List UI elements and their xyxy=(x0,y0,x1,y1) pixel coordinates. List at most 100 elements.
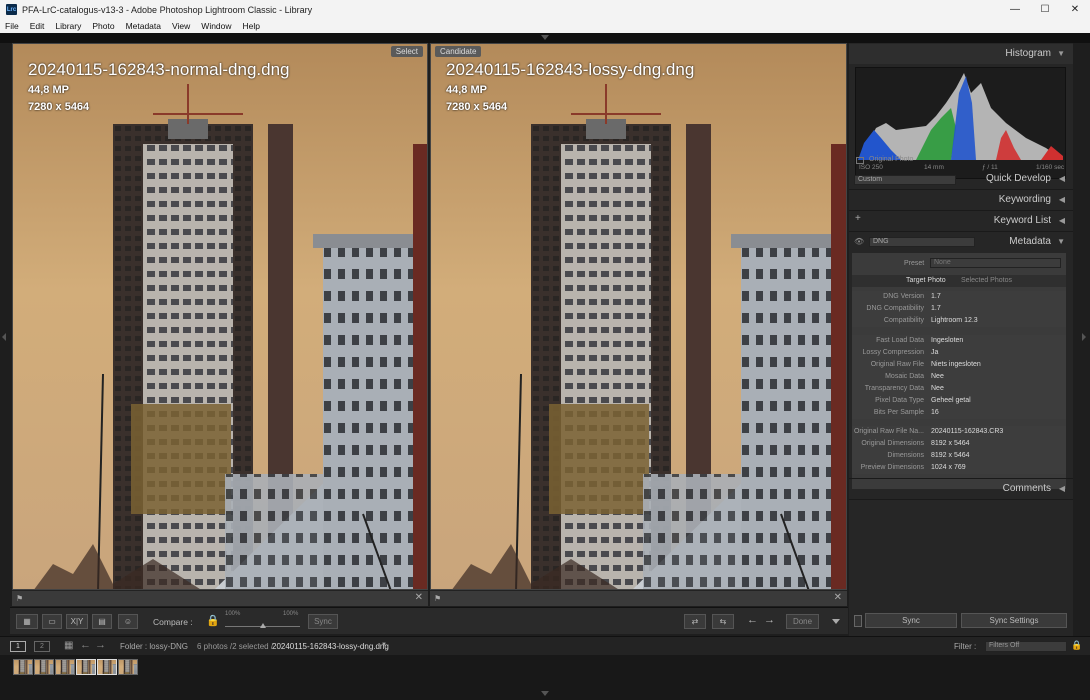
menu-photo[interactable]: Photo xyxy=(92,21,114,31)
make-select-icon[interactable]: ⇆ xyxy=(712,614,734,629)
lock-icon[interactable]: 🔒 xyxy=(206,614,220,627)
comments-header[interactable]: Comments ◀ xyxy=(849,478,1073,498)
metadata-row: Lossy Compression Ja xyxy=(852,347,1066,359)
expand-triangle-icon[interactable]: ◀ xyxy=(1059,479,1065,499)
chevron-right-icon[interactable] xyxy=(1082,333,1086,341)
metadata-value: 16 xyxy=(931,409,939,416)
metadata-value: Niets ingesloten xyxy=(931,361,981,368)
filter-select[interactable]: Filters Off xyxy=(985,641,1067,652)
left-panel-collapsed[interactable] xyxy=(0,43,9,636)
auto-sync-toggle[interactable] xyxy=(854,615,862,627)
forward-arrow-icon[interactable]: → xyxy=(95,639,106,651)
original-photo-icon[interactable] xyxy=(856,157,864,164)
compare-pane-select[interactable]: Select 20240115-162843-normal-dng.dng 44… xyxy=(12,43,428,590)
metadata-value: 1.7 xyxy=(931,305,941,312)
people-view-icon[interactable]: ☺ xyxy=(118,614,138,629)
menu-library[interactable]: Library xyxy=(55,21,81,31)
close-window-button[interactable]: ✕ xyxy=(1060,0,1090,19)
done-button[interactable]: Done xyxy=(786,614,819,629)
collapse-triangle-icon[interactable]: ▼ xyxy=(1057,44,1065,64)
toolbar-options-chevron-icon[interactable] xyxy=(832,619,840,624)
metadata-key: DNG Version xyxy=(883,293,924,300)
secondary-window-button[interactable]: 2 xyxy=(34,641,50,652)
keywording-header[interactable]: Keywording ◀ xyxy=(849,189,1073,209)
metadata-key: Mosaic Data xyxy=(885,373,924,380)
main-window-button[interactable]: 1 xyxy=(10,641,26,652)
filename-dropdown-icon[interactable]: ▼ xyxy=(381,642,387,648)
back-arrow-icon[interactable]: ← xyxy=(80,639,91,651)
menu-window[interactable]: Window xyxy=(201,21,231,31)
quick-develop-header[interactable]: Quick Develop ◀ xyxy=(849,169,1073,189)
filmstrip-thumbnail[interactable] xyxy=(13,659,33,675)
filmstrip xyxy=(0,655,1090,700)
filmstrip-thumbnail[interactable] xyxy=(97,659,117,675)
sync-button[interactable]: Sync xyxy=(865,613,957,628)
loupe-view-icon[interactable]: ▭ xyxy=(42,614,62,629)
filmstrip-thumbnail[interactable] xyxy=(118,659,138,675)
close-icon[interactable]: ✕ xyxy=(415,592,423,603)
metadata-key: DNG Compatibility xyxy=(866,305,924,312)
metadata-value: 1.7 xyxy=(931,293,941,300)
select-pane-footer: ⚑ ✕ xyxy=(12,590,428,606)
metadata-key: Fast Load Data xyxy=(876,337,924,344)
tab-target-photo[interactable]: Target Photo xyxy=(906,277,946,284)
chevron-down-icon[interactable] xyxy=(541,691,549,696)
title-bar: Lrc PFA-LrC-catalogus-v13-3 - Adobe Phot… xyxy=(0,0,1090,19)
library-toolbar: ▦ ▭ X|Y ▤ ☺ Compare : 🔒 100% 100% Sync ⇄… xyxy=(10,607,848,634)
close-icon[interactable]: ✕ xyxy=(834,592,842,603)
current-filename[interactable]: 20240115-162843-lossy-dng.dng xyxy=(272,642,389,651)
minimize-button[interactable]: — xyxy=(1000,0,1030,19)
arrow-right-icon[interactable]: → xyxy=(764,614,775,626)
original-photo-label: Original Photo xyxy=(869,156,914,163)
metadata-key: Compatibility xyxy=(883,317,924,324)
arrow-left-icon[interactable]: ← xyxy=(747,614,758,626)
filmstrip-thumbnail[interactable] xyxy=(76,659,96,675)
metadata-key: Original Raw File Na... xyxy=(853,428,924,435)
window-title: PFA-LrC-catalogus-v13-3 - Adobe Photosho… xyxy=(22,4,313,15)
expand-triangle-icon[interactable]: ◀ xyxy=(1059,211,1065,231)
collapse-triangle-icon[interactable]: ▼ xyxy=(1057,232,1065,252)
menu-file[interactable]: File xyxy=(5,21,19,31)
expand-triangle-icon[interactable]: ◀ xyxy=(1059,190,1065,210)
zoom-slider-handle[interactable] xyxy=(260,623,266,628)
filmstrip-thumbnail[interactable] xyxy=(34,659,54,675)
maximize-button[interactable]: ☐ xyxy=(1030,0,1060,19)
metadata-row: Transparency Data Nee xyxy=(852,383,1066,395)
menu-edit[interactable]: Edit xyxy=(30,21,45,31)
metadata-row: DNG Compatibility 1.7 xyxy=(852,303,1066,315)
menu-help[interactable]: Help xyxy=(243,21,260,31)
photo-candidate xyxy=(431,44,846,589)
menu-metadata[interactable]: Metadata xyxy=(126,21,161,31)
chevron-left-icon[interactable] xyxy=(2,333,6,341)
chevron-down-icon[interactable] xyxy=(541,35,549,40)
swap-icon[interactable]: ⇄ xyxy=(684,614,706,629)
folder-source[interactable]: Folder : lossy-DNG xyxy=(120,642,188,651)
module-picker-strip[interactable] xyxy=(0,33,1090,43)
survey-view-icon[interactable]: ▤ xyxy=(92,614,112,629)
flag-icon[interactable]: ⚑ xyxy=(16,594,23,603)
tab-selected-photos[interactable]: Selected Photos xyxy=(961,277,1012,284)
keyword-list-header[interactable]: Keyword List ◀ xyxy=(849,210,1073,230)
candidate-tag: Candidate xyxy=(435,46,482,57)
sync-settings-button[interactable]: Sync Settings xyxy=(961,613,1067,628)
histogram-header[interactable]: Histogram ▼ xyxy=(849,44,1073,64)
expand-triangle-icon[interactable]: ◀ xyxy=(1059,169,1065,189)
filmstrip-bar: 1 2 ▦ ← → Folder : lossy-DNG 6 photos /2… xyxy=(0,636,1090,655)
grid-view-icon[interactable]: ▦ xyxy=(16,614,38,629)
candidate-pane-footer: ⚑ ✕ xyxy=(430,590,847,606)
compare-view-button[interactable]: X|Y xyxy=(66,614,88,629)
filter-lock-icon[interactable]: 🔒 xyxy=(1071,640,1082,651)
metadata-value: 8192 x 5464 xyxy=(931,452,970,459)
flag-icon[interactable]: ⚑ xyxy=(434,594,441,603)
sync-zoom-button[interactable]: Sync xyxy=(308,614,338,629)
metadata-key: Dimensions xyxy=(887,452,924,459)
filmstrip-thumbnail[interactable] xyxy=(55,659,75,675)
metadata-value: Lightroom 12.3 xyxy=(931,317,978,324)
compare-pane-candidate[interactable]: Candidate 20240115-162843-lossy-dng.dng … xyxy=(430,43,847,590)
menu-view[interactable]: View xyxy=(172,21,190,31)
grid-icon[interactable]: ▦ xyxy=(64,640,73,651)
metadata-preset-select[interactable]: None xyxy=(930,258,1061,268)
photo-filename: 20240115-162843-normal-dng.dng xyxy=(28,60,290,79)
metadata-header[interactable]: Metadata ▼ xyxy=(849,231,1073,251)
right-edge[interactable] xyxy=(1073,43,1090,636)
